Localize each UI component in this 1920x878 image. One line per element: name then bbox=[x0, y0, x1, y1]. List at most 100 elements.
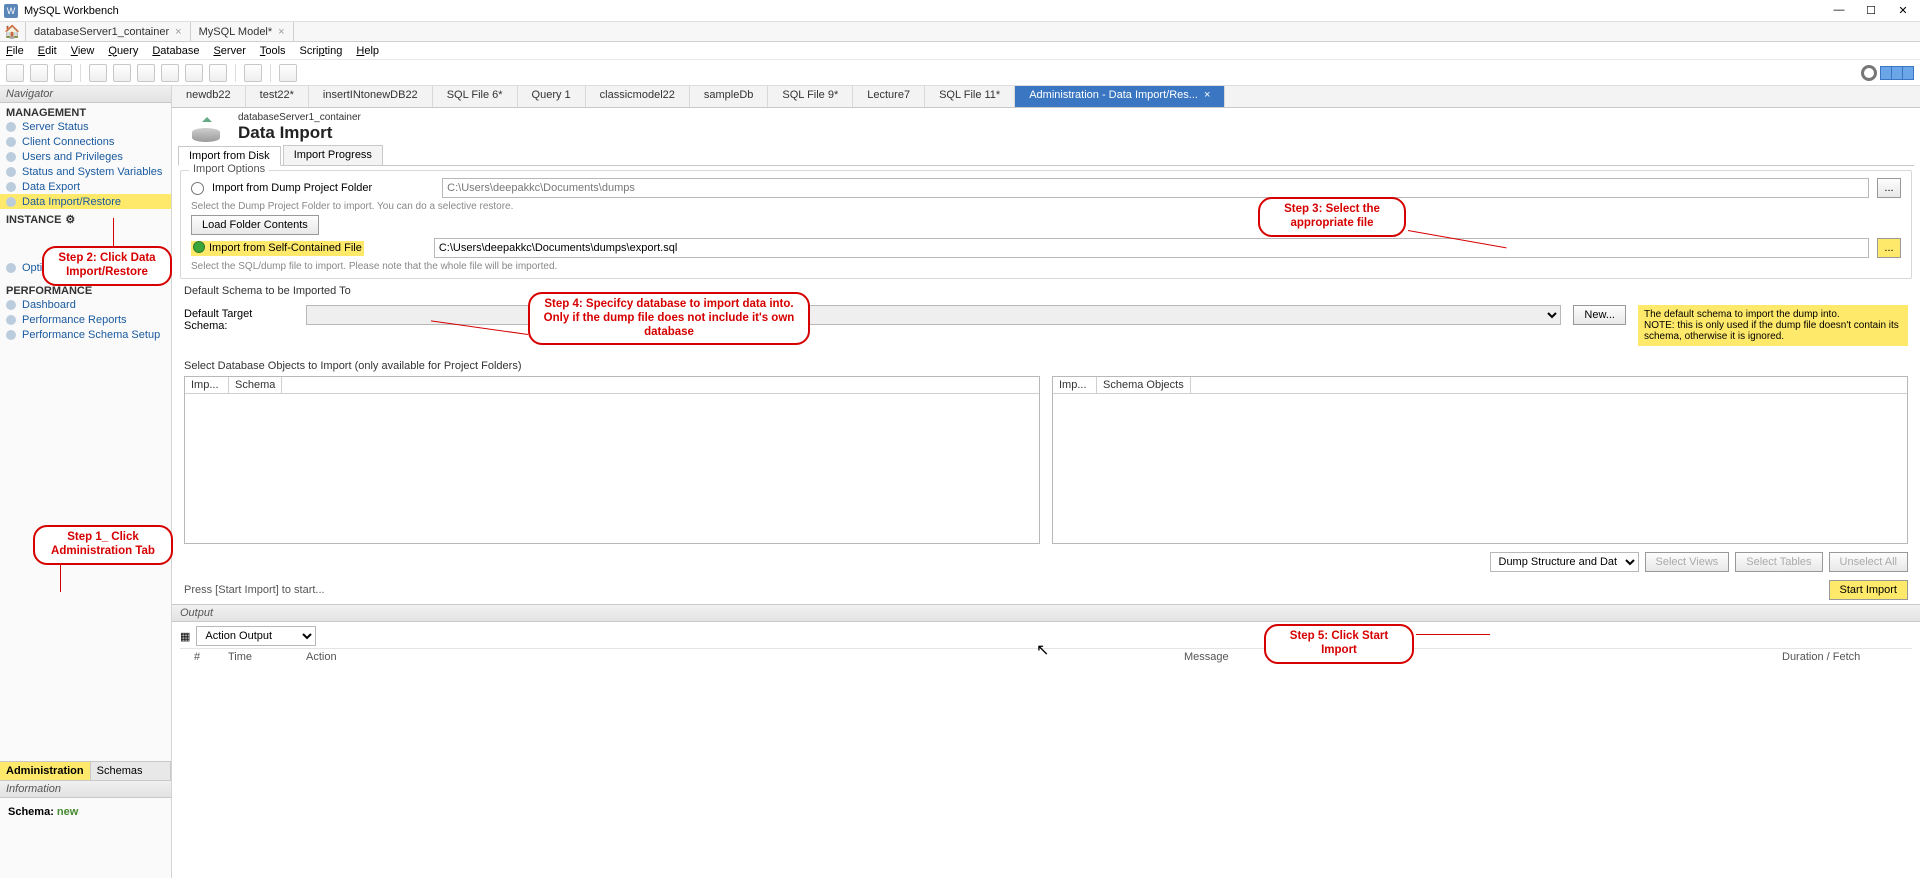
new-schema-button[interactable]: New... bbox=[1573, 305, 1626, 325]
pane-toggle[interactable] bbox=[1881, 66, 1914, 80]
editor-tab[interactable]: test22* bbox=[246, 86, 309, 107]
th-imp: Imp... bbox=[1053, 377, 1097, 393]
import-options-title: Import Options bbox=[189, 163, 269, 175]
nav-status-vars[interactable]: Status and System Variables bbox=[0, 164, 171, 179]
th-schema: Schema bbox=[229, 377, 282, 393]
close-icon[interactable]: × bbox=[1204, 89, 1210, 101]
menu-query[interactable]: Query bbox=[108, 45, 138, 57]
editor-tabs: newdb22 test22* insertINtonewDB22 SQL Fi… bbox=[172, 86, 1920, 108]
tab-schemas[interactable]: Schemas bbox=[91, 762, 171, 780]
load-folder-contents-button[interactable]: Load Folder Contents bbox=[191, 215, 319, 235]
editor-tab[interactable]: SQL File 9* bbox=[768, 86, 853, 107]
menu-database[interactable]: Database bbox=[152, 45, 199, 57]
editor-tab[interactable]: Lecture7 bbox=[853, 86, 925, 107]
schema-table[interactable]: Imp... Schema bbox=[184, 376, 1040, 544]
app-icon: W bbox=[4, 4, 18, 18]
output-type-select[interactable]: Action Output bbox=[196, 626, 316, 646]
output-table-header: # Time Action Message Duration / Fetch bbox=[180, 648, 1912, 663]
editor-tab[interactable]: sampleDb bbox=[690, 86, 769, 107]
close-icon[interactable]: × bbox=[278, 26, 284, 38]
tab-administration[interactable]: Administration bbox=[0, 762, 91, 780]
radio-import-folder[interactable]: Import from Dump Project Folder bbox=[191, 182, 372, 195]
connection-tab-1[interactable]: databaseServer1_container× bbox=[26, 22, 191, 41]
navigator-header: Navigator bbox=[0, 86, 171, 103]
nav-server-status[interactable]: Server Status bbox=[0, 119, 171, 134]
th-schema-objects: Schema Objects bbox=[1097, 377, 1191, 393]
nav-perf-schema-setup[interactable]: Performance Schema Setup bbox=[0, 327, 171, 342]
navigator-bottom-tabs: Administration Schemas bbox=[0, 761, 171, 780]
menu-help[interactable]: Help bbox=[356, 45, 379, 57]
home-button[interactable]: 🏠 bbox=[0, 22, 26, 41]
nav-data-export[interactable]: Data Export bbox=[0, 179, 171, 194]
radio-import-file[interactable]: Import from Self-Contained File bbox=[191, 241, 364, 256]
window-title: MySQL Workbench bbox=[24, 5, 1832, 17]
radio-selected-icon bbox=[193, 241, 205, 256]
nav-dashboard[interactable]: Dashboard bbox=[0, 297, 171, 312]
dump-type-select[interactable]: Dump Structure and Dat bbox=[1490, 552, 1639, 572]
browse-folder-button[interactable]: ... bbox=[1877, 178, 1901, 198]
toolbar-button[interactable] bbox=[279, 64, 297, 82]
page-title: Data Import bbox=[238, 123, 361, 143]
default-target-schema-select[interactable] bbox=[306, 305, 1561, 325]
folder-help-text: Select the Dump Project Folder to import… bbox=[191, 201, 1901, 212]
toolbar-button[interactable] bbox=[30, 64, 48, 82]
menu-tools[interactable]: Tools bbox=[260, 45, 286, 57]
close-icon[interactable]: × bbox=[175, 26, 181, 38]
nav-perf-reports[interactable]: Performance Reports bbox=[0, 312, 171, 327]
menu-scripting[interactable]: Scripting bbox=[300, 45, 343, 57]
toolbar-button[interactable] bbox=[89, 64, 107, 82]
editor-tab[interactable]: Query 1 bbox=[518, 86, 586, 107]
editor-tab[interactable]: newdb22 bbox=[172, 86, 246, 107]
toolbar-divider bbox=[235, 64, 236, 82]
window-close-button[interactable]: ✕ bbox=[1896, 4, 1910, 17]
nav-client-connections[interactable]: Client Connections bbox=[0, 134, 171, 149]
select-tables-button[interactable]: Select Tables bbox=[1735, 552, 1822, 572]
menu-server[interactable]: Server bbox=[213, 45, 245, 57]
nav-users-privileges[interactable]: Users and Privileges bbox=[0, 149, 171, 164]
select-views-button[interactable]: Select Views bbox=[1645, 552, 1730, 572]
toolbar-button[interactable] bbox=[209, 64, 227, 82]
toolbar bbox=[0, 60, 1920, 86]
folder-path-input[interactable] bbox=[442, 178, 1869, 198]
unselect-all-button[interactable]: Unselect All bbox=[1829, 552, 1908, 572]
editor-tab[interactable]: classicmodel22 bbox=[586, 86, 690, 107]
menu-edit[interactable]: Edit bbox=[38, 45, 57, 57]
output-grid-icon[interactable]: ▦ bbox=[180, 630, 190, 643]
instance-icon: ⚙ bbox=[65, 213, 75, 226]
th-imp: Imp... bbox=[185, 377, 229, 393]
section-performance: PERFORMANCE bbox=[0, 281, 171, 297]
schema-label: Schema: bbox=[8, 806, 54, 818]
editor-tab[interactable]: insertINtonewDB22 bbox=[309, 86, 433, 107]
server-name: databaseServer1_container bbox=[238, 112, 361, 123]
menu-view[interactable]: View bbox=[71, 45, 95, 57]
editor-tab[interactable]: SQL File 6* bbox=[433, 86, 518, 107]
editor-tab[interactable]: SQL File 11* bbox=[925, 86, 1015, 107]
section-instance: INSTANCE ⚙ bbox=[0, 209, 171, 226]
menu-file[interactable]: File bbox=[6, 45, 24, 57]
window-minimize-button[interactable]: — bbox=[1832, 4, 1846, 17]
import-subtabs: Import from Disk Import Progress bbox=[178, 145, 1914, 166]
file-path-input[interactable] bbox=[434, 238, 1869, 258]
schema-value: new bbox=[57, 806, 78, 818]
toolbar-divider bbox=[270, 64, 271, 82]
toolbar-button[interactable] bbox=[244, 64, 262, 82]
editor-tab-active[interactable]: Administration - Data Import/Res...× bbox=[1015, 86, 1225, 107]
gear-icon[interactable] bbox=[1861, 65, 1877, 81]
toolbar-button[interactable] bbox=[113, 64, 131, 82]
output-header: Output bbox=[172, 604, 1920, 622]
subtab-import-progress[interactable]: Import Progress bbox=[283, 145, 383, 165]
toolbar-button[interactable] bbox=[137, 64, 155, 82]
connection-tab-2[interactable]: MySQL Model*× bbox=[191, 22, 294, 41]
toolbar-button[interactable] bbox=[161, 64, 179, 82]
default-schema-section-label: Default Schema to be Imported To bbox=[184, 285, 1908, 297]
toolbar-button[interactable] bbox=[6, 64, 24, 82]
window-maximize-button[interactable]: ☐ bbox=[1864, 4, 1878, 17]
nav-options-file[interactable]: Options File bbox=[0, 260, 171, 275]
toolbar-button[interactable] bbox=[54, 64, 72, 82]
start-message: Press [Start Import] to start... bbox=[184, 584, 1829, 596]
start-import-button[interactable]: Start Import bbox=[1829, 580, 1908, 600]
browse-file-button[interactable]: ... bbox=[1877, 238, 1901, 258]
nav-data-import-restore[interactable]: Data Import/Restore bbox=[0, 194, 171, 209]
toolbar-button[interactable] bbox=[185, 64, 203, 82]
schema-objects-table[interactable]: Imp... Schema Objects bbox=[1052, 376, 1908, 544]
